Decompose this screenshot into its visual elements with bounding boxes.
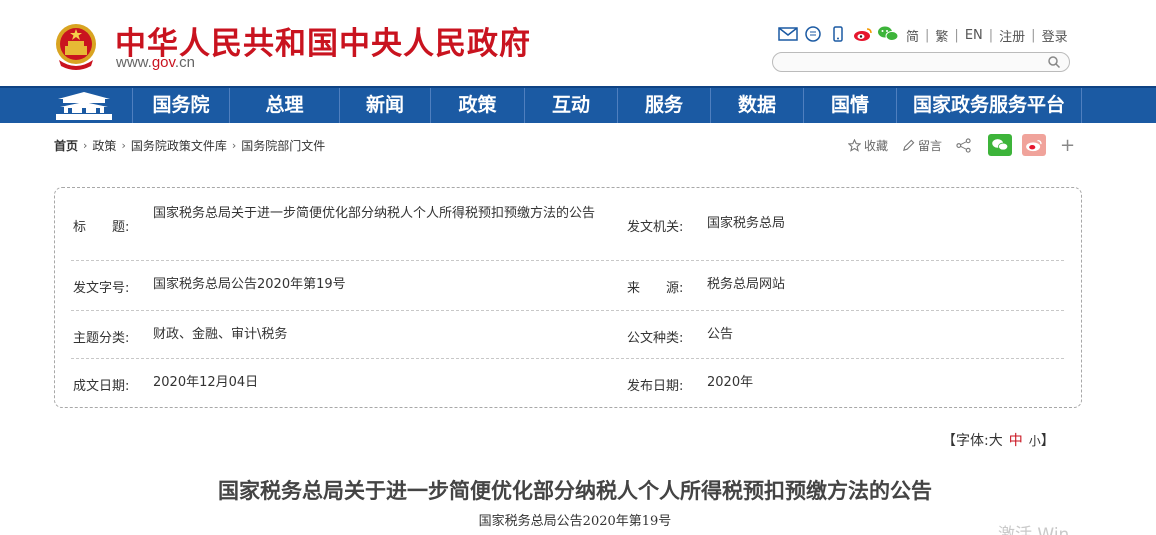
issuer-value: 国家税务总局 bbox=[707, 216, 786, 231]
font-size-small[interactable]: 小 bbox=[1029, 434, 1041, 448]
font-size-large[interactable]: 大 bbox=[989, 433, 1003, 449]
star-icon bbox=[848, 138, 861, 152]
pub-date-label: 发布日期: bbox=[627, 379, 684, 394]
message-icon[interactable] bbox=[802, 25, 824, 43]
font-size-suffix: 】 bbox=[1040, 433, 1055, 449]
favorite-label: 收藏 bbox=[864, 138, 889, 153]
weibo-icon bbox=[1026, 139, 1042, 152]
top-links: 简 | 繁 | EN | 注册 | 登录 bbox=[906, 26, 1068, 45]
chevron-right-icon: › bbox=[231, 139, 237, 152]
link-login[interactable]: 登录 bbox=[1042, 26, 1068, 45]
article-tools: 收藏 留言 + bbox=[848, 133, 1075, 157]
font-size-prefix: 【字体: bbox=[942, 433, 989, 449]
breadcrumb: 首页 › 政策 › 国务院政策文件库 › 国务院部门文件 bbox=[54, 137, 325, 154]
link-register[interactable]: 注册 bbox=[999, 26, 1025, 45]
share-wechat-button[interactable] bbox=[988, 134, 1013, 156]
font-size-selector: 【字体:大中小】 bbox=[942, 430, 1055, 450]
nav-item-data[interactable]: 数据 bbox=[710, 88, 803, 123]
issuer-label: 发文机关: bbox=[627, 220, 684, 235]
document-number: 国家税务总局公告2020年第19号 bbox=[478, 514, 672, 529]
info-row: 发文字号: 国家税务总局公告2020年第19号 来 源: 税务总局网站 bbox=[71, 261, 1064, 311]
document-info-box: 标 题: 国家税务总局关于进一步简便优化部分纳税人个人所得税预扣预缴方法的公告 … bbox=[54, 187, 1082, 408]
title-value: 国家税务总局关于进一步简便优化部分纳税人个人所得税预扣预缴方法的公告 bbox=[153, 206, 596, 221]
chevron-right-icon: › bbox=[121, 139, 126, 152]
breadcrumb-policy-library[interactable]: 国务院政策文件库 bbox=[131, 137, 227, 154]
mail-icon[interactable] bbox=[777, 25, 799, 43]
weibo-icon[interactable] bbox=[852, 25, 874, 43]
docno-label: 发文字号: bbox=[73, 281, 130, 296]
favorite-button[interactable]: 收藏 bbox=[848, 137, 888, 154]
nav-item-national-info[interactable]: 国情 bbox=[803, 88, 896, 123]
nav-item-news[interactable]: 新闻 bbox=[339, 88, 430, 123]
wechat-icon[interactable] bbox=[877, 25, 899, 43]
wechat-icon bbox=[992, 139, 1009, 151]
main-nav: 国务院 总理 新闻 政策 互动 服务 数据 国情 国家政务服务平台 bbox=[0, 86, 1156, 123]
share-icon bbox=[956, 137, 971, 153]
comment-label: 留言 bbox=[918, 138, 943, 153]
nav-item-state-council[interactable]: 国务院 bbox=[132, 88, 229, 123]
url-suffix: .cn bbox=[174, 54, 195, 71]
site-header: 中华人民共和国中央人民政府 www.gov.cn 简 | 繁 | EN | 注册 | 登… bbox=[0, 0, 1156, 86]
title-label: 标 题: bbox=[73, 220, 130, 235]
info-row: 标 题: 国家税务总局关于进一步简便优化部分纳税人个人所得税预扣预缴方法的公告 … bbox=[71, 188, 1064, 261]
divider: | bbox=[1031, 28, 1036, 43]
url-gov: gov bbox=[151, 54, 175, 71]
type-label: 公文种类: bbox=[627, 331, 684, 346]
docno-value: 国家税务总局公告2020年第19号 bbox=[153, 277, 346, 292]
info-row: 主题分类: 财政、金融、审计\税务 公文种类: 公告 bbox=[71, 311, 1064, 359]
nav-items: 国务院 总理 新闻 政策 互动 服务 数据 国情 国家政务服务平台 bbox=[132, 88, 1082, 123]
link-traditional[interactable]: 繁 bbox=[935, 26, 948, 45]
tiananmen-logo-icon[interactable] bbox=[52, 90, 116, 122]
share-weibo-button[interactable] bbox=[1022, 134, 1047, 156]
source-value: 税务总局网站 bbox=[707, 277, 786, 292]
pencil-icon bbox=[903, 139, 915, 151]
breadcrumb-policy[interactable]: 政策 bbox=[92, 137, 116, 154]
search-input[interactable] bbox=[783, 55, 1053, 73]
divider: | bbox=[988, 28, 994, 43]
top-icon-bar bbox=[777, 24, 902, 44]
topic-label: 主题分类: bbox=[73, 331, 130, 346]
national-emblem-icon[interactable] bbox=[53, 22, 99, 70]
more-share-button[interactable]: + bbox=[1060, 135, 1075, 156]
nav-item-premier[interactable]: 总理 bbox=[229, 88, 339, 123]
link-simplified[interactable]: 简 bbox=[906, 26, 919, 45]
activation-watermark: 激活 Win bbox=[998, 525, 1070, 535]
type-value: 公告 bbox=[707, 327, 734, 342]
nav-item-service[interactable]: 服务 bbox=[617, 88, 710, 123]
font-size-medium[interactable]: 中 bbox=[1009, 433, 1023, 449]
source-label: 来 源: bbox=[627, 281, 684, 296]
date-label: 成文日期: bbox=[73, 379, 130, 394]
search-icon[interactable] bbox=[1047, 55, 1061, 69]
search-box bbox=[772, 52, 1070, 73]
mobile-icon[interactable] bbox=[827, 25, 849, 43]
link-english[interactable]: EN bbox=[965, 28, 983, 43]
divider: | bbox=[954, 28, 959, 43]
share-button[interactable] bbox=[956, 137, 974, 153]
url-prefix: www. bbox=[116, 54, 152, 71]
divider: | bbox=[925, 28, 930, 43]
pub-date-value: 2020年 bbox=[707, 375, 754, 390]
comment-button[interactable]: 留言 bbox=[902, 137, 942, 154]
document-title: 国家税务总局关于进一步简便优化部分纳税人个人所得税预扣预缴方法的公告 bbox=[218, 478, 932, 503]
date-value: 2020年12月04日 bbox=[153, 375, 259, 390]
nav-item-service-platform[interactable]: 国家政务服务平台 bbox=[896, 88, 1082, 123]
breadcrumb-home[interactable]: 首页 bbox=[54, 137, 78, 154]
nav-item-interaction[interactable]: 互动 bbox=[524, 88, 617, 123]
site-url[interactable]: www.gov.cn bbox=[116, 54, 195, 71]
nav-item-policy[interactable]: 政策 bbox=[430, 88, 524, 123]
info-row: 成文日期: 2020年12月04日 发布日期: 2020年 bbox=[71, 359, 1064, 407]
topic-value: 财政、金融、审计\税务 bbox=[153, 327, 288, 342]
chevron-right-icon: › bbox=[83, 139, 88, 152]
breadcrumb-department-docs[interactable]: 国务院部门文件 bbox=[241, 137, 325, 154]
